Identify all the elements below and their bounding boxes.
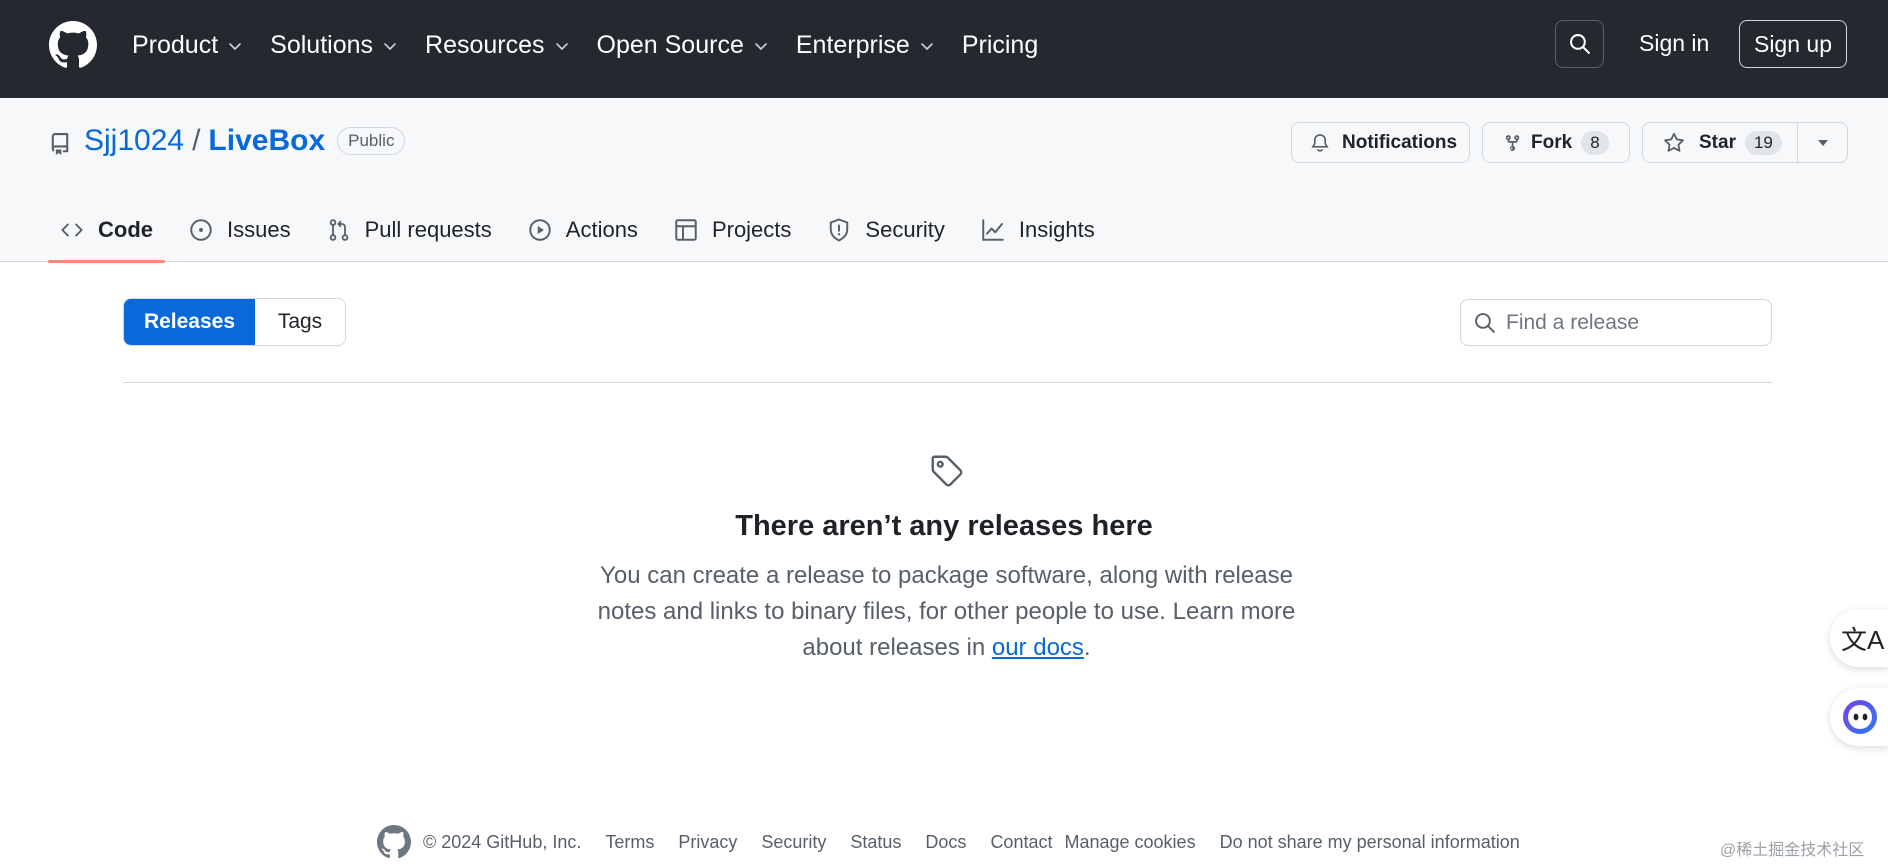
star-button[interactable]: Star 19 [1642, 122, 1848, 163]
footer-link-docs[interactable]: Docs [925, 832, 966, 853]
global-header: Product Solutions Resources Open Source … [0, 0, 1888, 98]
bell-icon [1311, 133, 1329, 152]
assistant-bot-icon [1843, 700, 1877, 734]
footer: © 2024 GitHub, Inc. Terms Privacy Securi… [377, 824, 1544, 860]
nav-label: Resources [425, 31, 545, 59]
nav-enterprise[interactable]: Enterprise [796, 31, 935, 60]
fork-label: Fork [1531, 131, 1573, 153]
repo-header: Sjj1024 / LiveBox Public Notifications F… [0, 98, 1888, 263]
repo-title: Sjj1024 / LiveBox Public [84, 124, 406, 158]
watermark: @稀土掘金技术社区 [1720, 842, 1865, 859]
footer-link-manage-cookies[interactable]: Manage cookies [1064, 832, 1195, 853]
fork-button[interactable]: Fork 8 [1482, 122, 1630, 163]
footer-copyright: © 2024 GitHub, Inc. [423, 831, 582, 852]
repo-tabs: Code Issues Pull requests Actions Projec… [48, 198, 1119, 263]
section-divider [123, 382, 1772, 383]
shield-icon [830, 218, 849, 242]
find-release-field[interactable] [1460, 299, 1772, 346]
footer-link-security[interactable]: Security [761, 832, 826, 853]
play-icon [529, 219, 551, 241]
empty-state-description: You can create a release to package soft… [590, 558, 1303, 666]
sign-up-button[interactable]: Sign up [1739, 20, 1847, 68]
translate-widget-button[interactable]: 文A [1830, 609, 1888, 667]
tab-label: Actions [565, 217, 638, 242]
nav-open-source[interactable]: Open Source [597, 31, 769, 60]
graph-icon [982, 219, 1004, 241]
notifications-label: Notifications [1342, 131, 1458, 153]
repo-name-link[interactable]: LiveBox [208, 124, 325, 158]
tags-segment[interactable]: Tags [255, 299, 345, 345]
repo-owner-link[interactable]: Sjj1024 [84, 124, 184, 158]
fork-count: 8 [1581, 130, 1609, 155]
footer-link-contact[interactable]: Contact [990, 832, 1052, 853]
star-icon [1664, 132, 1684, 152]
footer-link-do-not-share[interactable]: Do not share my personal information [1220, 832, 1520, 853]
tab-label: Code [98, 217, 153, 242]
nav-label: Pricing [961, 31, 1039, 59]
search-button[interactable] [1555, 20, 1604, 68]
releases-segment[interactable]: Releases [124, 299, 255, 345]
table-icon [675, 219, 697, 241]
repo-separator: / [192, 124, 201, 157]
nav-label: Solutions [270, 31, 374, 59]
sign-in-link[interactable]: Sign in [1639, 30, 1709, 57]
visibility-badge: Public [337, 127, 406, 155]
tab-label: Insights [1018, 217, 1095, 242]
nav-resources[interactable]: Resources [425, 31, 570, 60]
find-release-input[interactable] [1506, 310, 1756, 335]
issue-icon [190, 219, 212, 241]
tab-issues[interactable]: Issues [177, 198, 303, 262]
assistant-widget-button[interactable] [1830, 688, 1888, 746]
star-label: Star [1699, 131, 1736, 153]
tab-label: Pull requests [364, 217, 492, 242]
pull-request-icon [329, 219, 348, 241]
nav-pricing[interactable]: Pricing [962, 31, 1038, 60]
tab-label: Issues [227, 217, 291, 242]
repo-icon [51, 133, 69, 155]
nav-product[interactable]: Product [132, 31, 243, 60]
chevron-down-icon [921, 42, 933, 50]
empty-state-text-end: . [1083, 634, 1091, 661]
notifications-button[interactable]: Notifications [1291, 122, 1470, 163]
nav-solutions[interactable]: Solutions [270, 31, 398, 60]
tab-projects[interactable]: Projects [662, 198, 803, 262]
code-icon [61, 223, 83, 237]
tab-label: Security [865, 217, 945, 242]
releases-tags-segmented-control: Releases Tags [123, 298, 346, 346]
global-nav: Product Solutions Resources Open Source … [132, 0, 1065, 91]
footer-link-privacy[interactable]: Privacy [678, 832, 737, 853]
github-logo-icon[interactable] [377, 825, 411, 859]
translate-icon: 文A [1841, 624, 1885, 655]
search-icon [1475, 312, 1495, 333]
tab-code[interactable]: Code [48, 198, 165, 263]
chevron-down-icon [555, 42, 568, 50]
empty-state-title: There aren’t any releases here [735, 510, 1153, 542]
chevron-down-icon [384, 42, 396, 50]
footer-link-status[interactable]: Status [850, 832, 901, 853]
chevron-down-icon [755, 42, 767, 50]
tab-label: Projects [711, 217, 792, 242]
empty-state-text: You can create a release to package soft… [597, 562, 1296, 661]
footer-link-terms[interactable]: Terms [605, 832, 654, 853]
star-dropdown-button[interactable] [1797, 123, 1847, 162]
nav-label: Enterprise [795, 31, 910, 59]
star-count: 19 [1744, 130, 1782, 155]
tab-actions[interactable]: Actions [516, 198, 650, 262]
tab-insights[interactable]: Insights [969, 198, 1107, 262]
chevron-down-icon [229, 42, 241, 50]
nav-label: Product [132, 31, 219, 59]
tab-security[interactable]: Security [815, 198, 956, 262]
search-icon [1569, 34, 1590, 54]
tab-pull-requests[interactable]: Pull requests [315, 198, 504, 262]
nav-label: Open Source [596, 31, 744, 59]
triangle-down-icon [1817, 139, 1828, 146]
tag-icon [931, 455, 963, 487]
github-logo-icon[interactable] [49, 21, 97, 69]
our-docs-link[interactable]: our docs [992, 634, 1084, 661]
fork-icon [1505, 134, 1520, 151]
